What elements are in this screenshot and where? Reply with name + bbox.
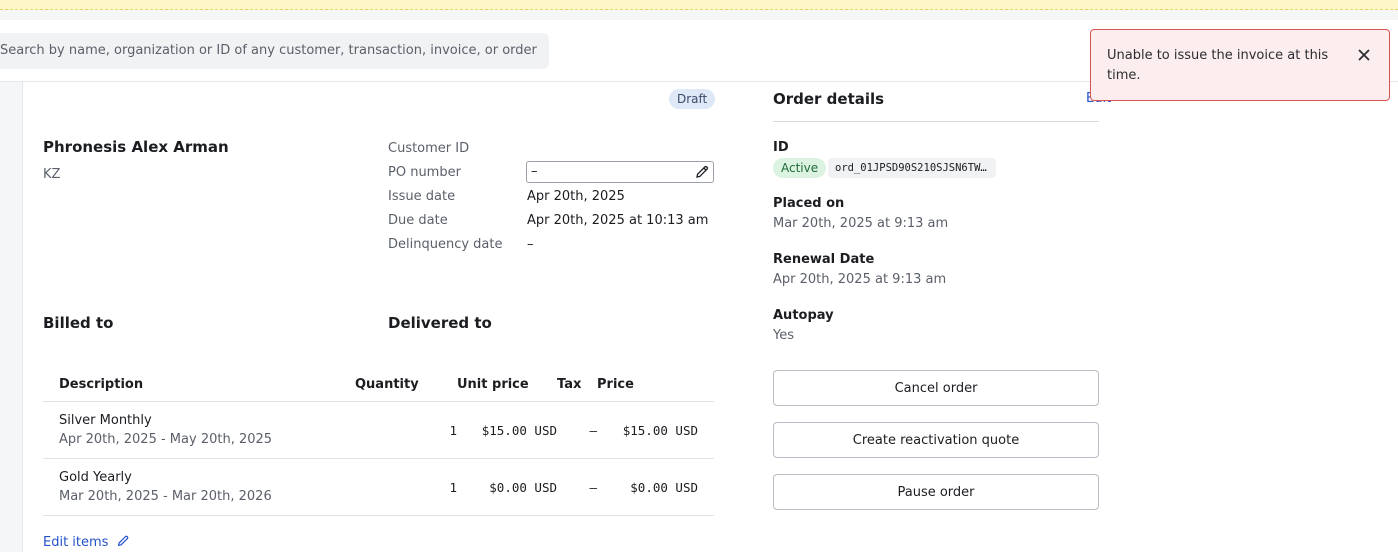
order-id-value[interactable]: ord_01JPSD90S210SJSN6TW…	[828, 158, 996, 178]
po-number-label: PO number	[388, 165, 461, 180]
delinquency-date-value: –	[527, 237, 534, 252]
status-badge-draft: Draft	[669, 89, 716, 109]
line-items-table: Description Quantity Unit price Tax Pric…	[43, 367, 714, 516]
placed-on-label: Placed on	[773, 196, 845, 211]
item-tax: –	[557, 458, 597, 516]
customer-country: KZ	[43, 167, 61, 182]
pause-order-button[interactable]: Pause order	[773, 474, 1099, 510]
col-price-header: Price	[597, 367, 714, 402]
col-description-header: Description	[43, 367, 355, 402]
due-date-label: Due date	[388, 213, 448, 228]
item-period: Apr 20th, 2025 - May 20th, 2025	[59, 432, 273, 447]
order-details-panel: Order details Edit ID Active ord_01JPSD9…	[735, 82, 1398, 552]
order-details-title: Order details	[773, 90, 885, 108]
toast-message: Unable to issue the invoice at this time…	[1107, 48, 1329, 83]
divider	[773, 121, 1099, 122]
item-quantity: 1	[355, 401, 457, 459]
global-search-input[interactable]: Search by name, organization or ID of an…	[0, 33, 549, 69]
create-reactivation-quote-button[interactable]: Create reactivation quote	[773, 422, 1099, 458]
col-unit-price-header: Unit price	[457, 367, 557, 402]
autopay-value: Yes	[773, 328, 794, 343]
renewal-date-label: Renewal Date	[773, 252, 875, 267]
item-unit-price: $15.00 USD	[457, 401, 557, 459]
order-id-label: ID	[773, 140, 789, 155]
issue-date-label: Issue date	[388, 189, 456, 204]
placed-on-value: Mar 20th, 2025 at 9:13 am	[773, 216, 949, 231]
po-number-value: –	[531, 164, 538, 179]
status-badge-active: Active	[773, 158, 827, 178]
customer-id-label: Customer ID	[388, 141, 470, 156]
item-price: $0.00 USD	[597, 458, 714, 516]
item-unit-price: $0.00 USD	[457, 458, 557, 516]
autopay-label: Autopay	[773, 308, 834, 323]
col-quantity-header: Quantity	[355, 367, 457, 402]
issue-date-value: Apr 20th, 2025	[527, 189, 625, 204]
cancel-order-button[interactable]: Cancel order	[773, 370, 1099, 406]
invoice-panel: Draft Phronesis Alex Arman KZ Customer I…	[22, 82, 736, 552]
due-date-value: Apr 20th, 2025 at 10:13 am	[527, 213, 709, 228]
warning-banner-strip	[0, 0, 1398, 10]
item-quantity: 1	[355, 458, 457, 516]
table-header-row: Description Quantity Unit price Tax Pric…	[43, 367, 714, 402]
close-icon[interactable]	[1357, 48, 1371, 62]
pencil-icon	[117, 535, 128, 547]
renewal-date-value: Apr 20th, 2025 at 9:13 am	[773, 272, 947, 287]
delinquency-date-label: Delinquency date	[388, 237, 503, 252]
table-row: Silver Monthly Apr 20th, 2025 - May 20th…	[43, 401, 714, 459]
delivered-to-title: Delivered to	[388, 314, 492, 332]
billed-to-title: Billed to	[43, 314, 114, 332]
customer-name: Phronesis Alex Arman	[43, 138, 229, 156]
table-row: Gold Yearly Mar 20th, 2025 - Mar 20th, 2…	[43, 458, 714, 516]
edit-items-label: Edit items	[43, 535, 109, 550]
error-toast: Unable to issue the invoice at this time…	[1090, 29, 1390, 101]
pencil-icon[interactable]	[694, 164, 710, 180]
po-number-field[interactable]: –	[526, 161, 714, 183]
edit-items-link[interactable]: Edit items	[43, 534, 130, 550]
item-tax: –	[557, 401, 597, 459]
col-tax-header: Tax	[557, 367, 597, 402]
item-name: Silver Monthly	[59, 413, 152, 428]
item-price: $15.00 USD	[597, 401, 714, 459]
item-period: Mar 20th, 2025 - Mar 20th, 2026	[59, 489, 272, 504]
search-placeholder: Search by name, organization or ID of an…	[0, 43, 537, 58]
item-name: Gold Yearly	[59, 470, 132, 485]
